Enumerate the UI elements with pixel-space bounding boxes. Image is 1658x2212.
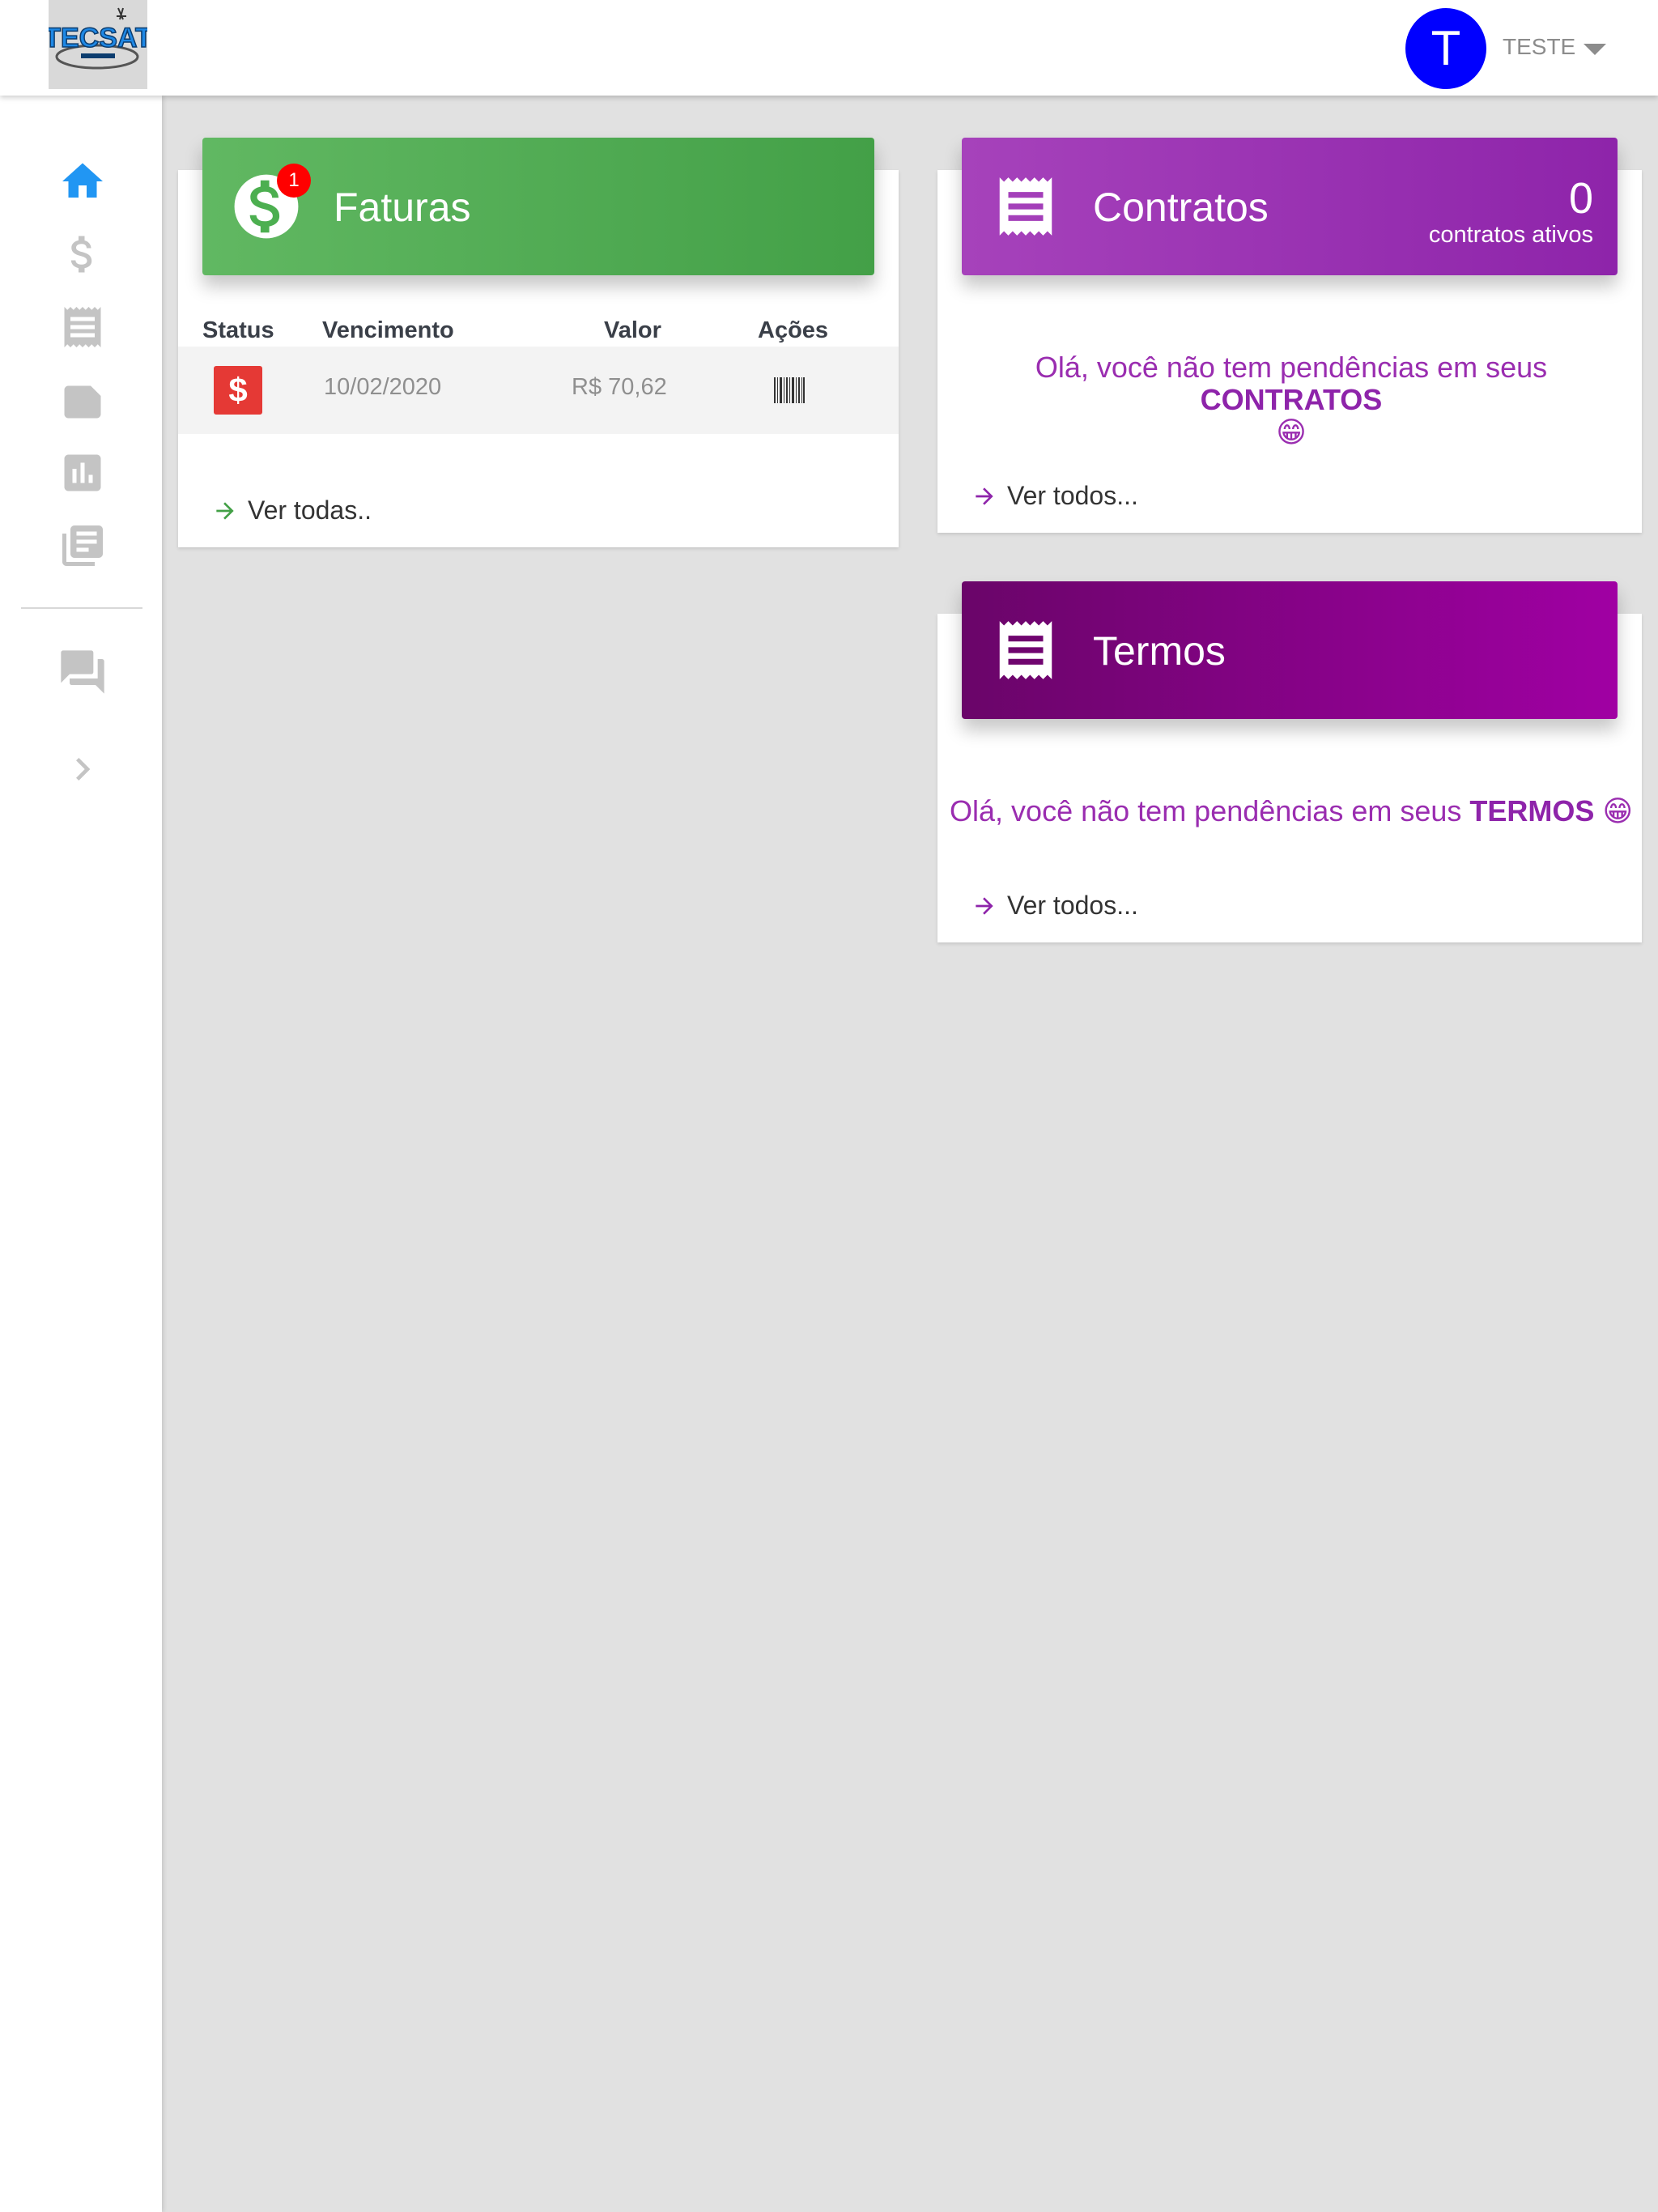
company-logo[interactable]: TECSAT [49, 0, 147, 89]
column-header-vencimento: Vencimento [322, 317, 454, 343]
faturas-title: Faturas [334, 185, 471, 230]
grin-emoji-icon: 😁 [1276, 415, 1307, 449]
contratos-ver-todos-link[interactable]: Ver todos... [971, 481, 1138, 511]
termos-card-header[interactable]: Termos [962, 581, 1618, 719]
contratos-message-text: Olá, você não tem pendências em seus [1035, 351, 1548, 384]
library-books-icon [62, 525, 103, 566]
termos-link-label: Ver todos... [1007, 891, 1138, 920]
receipt-icon [64, 307, 101, 347]
receipt-icon [999, 621, 1052, 679]
invoice-amount: R$ 70,62 [572, 374, 667, 400]
sidebar [0, 96, 162, 2212]
faturas-ver-todas-link[interactable]: Ver todas.. [212, 496, 372, 525]
termos-message-text: Olá, você não tem pendências em seus [950, 794, 1462, 827]
termos-message-highlight: TERMOS [1469, 794, 1595, 827]
svg-text:TECSAT: TECSAT [49, 23, 147, 53]
notification-badge: 1 [277, 164, 311, 198]
contratos-empty-message: Olá, você não tem pendências em seus CON… [947, 351, 1635, 449]
column-header-valor: Valor [604, 317, 661, 343]
sidebar-item-chat[interactable] [53, 643, 112, 701]
faturas-card-header[interactable]: Faturas [202, 138, 874, 275]
user-name[interactable]: TESTE [1503, 34, 1575, 60]
receipt-icon [999, 177, 1052, 236]
top-bar: TECSAT T TESTE [0, 0, 1658, 96]
column-header-acoes: Ações [758, 317, 829, 343]
arrow-right-icon [976, 896, 993, 915]
chevron-right-icon [76, 758, 91, 781]
user-avatar[interactable]: T [1405, 8, 1486, 89]
faturas-link-label: Ver todas.. [248, 496, 372, 525]
dollar-icon [70, 236, 92, 273]
sidebar-item-faturas[interactable] [53, 225, 112, 283]
sidebar-item-documentos[interactable] [53, 517, 112, 575]
column-header-status: Status [202, 317, 274, 343]
grin-emoji-icon: 😁 [1602, 794, 1633, 827]
label-icon [64, 385, 101, 419]
arrow-right-icon [976, 487, 993, 505]
contratos-title: Contratos [1093, 185, 1269, 230]
contratos-message-highlight: CONTRATOS [1200, 383, 1383, 416]
chart-icon [64, 454, 101, 491]
termos-ver-todos-link[interactable]: Ver todos... [971, 891, 1138, 921]
active-contracts-label: contratos ativos [1428, 222, 1593, 248]
sidebar-item-termos[interactable] [53, 371, 112, 429]
termos-empty-message: Olá, você não tem pendências em seus TER… [947, 795, 1635, 827]
sidebar-item-contratos[interactable] [53, 298, 112, 356]
invoice-due-date: 10/02/2020 [324, 374, 442, 400]
sidebar-divider [21, 607, 142, 609]
forum-icon [61, 650, 104, 694]
barcode-icon[interactable] [774, 377, 805, 403]
termos-title: Termos [1093, 628, 1226, 674]
sidebar-item-home[interactable] [53, 152, 112, 211]
home-icon [62, 163, 103, 198]
status-pending-icon: $ [214, 366, 262, 415]
contratos-card-header[interactable]: Contratos 0 contratos ativos [962, 138, 1618, 275]
sidebar-expand-button[interactable] [53, 740, 112, 798]
arrow-right-icon [216, 501, 234, 520]
contratos-link-label: Ver todos... [1007, 481, 1138, 510]
user-menu-caret-icon[interactable] [1584, 44, 1606, 55]
sidebar-item-relatorios[interactable] [53, 444, 112, 502]
active-contracts-count: 0 [1568, 174, 1593, 223]
